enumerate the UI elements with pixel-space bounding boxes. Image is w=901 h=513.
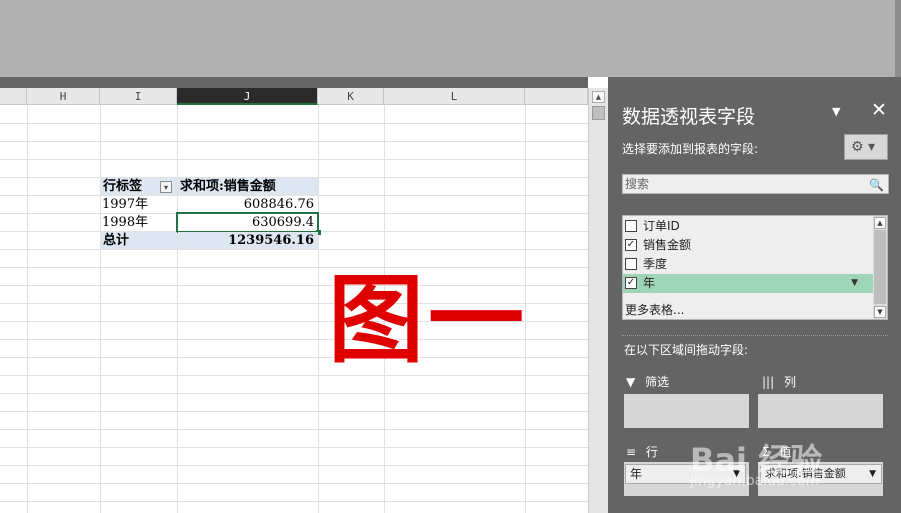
field-checkbox[interactable]: ✓ [625, 277, 637, 289]
field-list-scrollbar[interactable]: ▲ ▼ [873, 216, 887, 319]
grid-line [0, 501, 588, 502]
grid-line [318, 105, 319, 513]
scroll-thumb[interactable] [592, 106, 605, 120]
pivot-row-labels-header[interactable]: 行标签 ▾ [101, 178, 177, 195]
formula-bar-strip [0, 77, 588, 88]
field-label: 订单ID [643, 219, 680, 233]
columns-area-label: ||| 列 [762, 373, 796, 390]
drag-hint: 在以下区域间拖动字段: [624, 343, 749, 357]
close-icon[interactable]: ✕ [871, 99, 887, 121]
column-header-i[interactable]: I [100, 88, 177, 105]
field-checkbox[interactable] [625, 220, 637, 232]
active-cell-border [176, 212, 319, 233]
field-label: 季度 [643, 257, 668, 271]
field-checkbox[interactable]: ✓ [625, 239, 637, 251]
column-header-l[interactable]: L [384, 88, 525, 105]
grid-line [100, 105, 101, 513]
grid-line [0, 159, 588, 160]
columns-icon: ||| [762, 375, 775, 389]
scroll-up-icon[interactable]: ▲ [874, 217, 886, 229]
search-icon[interactable]: 🔍 [869, 176, 884, 194]
more-tables-link[interactable]: 更多表格... [625, 301, 684, 318]
vertical-scrollbar[interactable]: ▲ [588, 88, 608, 513]
column-header-h[interactable]: H [27, 88, 100, 105]
search-placeholder: 搜索 [625, 177, 650, 191]
filter-dropdown-icon[interactable]: ▾ [160, 181, 172, 193]
field-label: 销售金额 [643, 238, 692, 252]
chevron-down-icon[interactable]: ▼ [869, 465, 876, 483]
field-list: 订单ID ✓ 销售金额 季度 ✓ 年 ▼ 更多表格... ▲ ▼ [622, 215, 888, 320]
pivot-total-value[interactable]: 1239546.16 [178, 232, 318, 249]
rows-area-text: 行 [645, 445, 658, 459]
pivot-row-label[interactable]: 1997年 [101, 196, 178, 213]
pivot-row-value[interactable]: 608846.76 [178, 196, 318, 213]
field-label: 年 [643, 276, 656, 290]
columns-drop-area[interactable] [758, 394, 883, 428]
field-item-sales-amount[interactable]: ✓ 销售金额 [623, 236, 873, 255]
column-header-k[interactable]: K [318, 88, 384, 105]
pivot-value-header[interactable]: 求和项:销售金额 [178, 178, 318, 195]
rows-icon: ≡ [626, 445, 637, 459]
figure-annotation: 图一 [328, 264, 528, 376]
ribbon-area [0, 0, 895, 77]
column-header-g[interactable] [0, 88, 27, 105]
gear-icon[interactable]: ⚙ ▾ [844, 134, 888, 160]
pane-divider [622, 335, 888, 336]
filter-drop-area[interactable] [624, 394, 749, 428]
filter-area-text: 筛选 [645, 375, 670, 389]
grid-line [0, 123, 588, 124]
grid-line [0, 465, 588, 466]
grid-line [0, 429, 588, 430]
scroll-thumb[interactable] [874, 230, 886, 304]
field-item-order-id[interactable]: 订单ID [623, 217, 873, 236]
rows-chip-label: 年 [630, 467, 643, 481]
field-item-quarter[interactable]: 季度 [623, 255, 873, 274]
rows-area-label: ≡ 行 [626, 443, 658, 460]
field-checkbox[interactable] [625, 258, 637, 270]
ribbon-edge [895, 0, 901, 77]
pivot-row-label[interactable]: 1998年 [101, 214, 178, 231]
field-item-year[interactable]: ✓ 年 ▼ [623, 274, 873, 293]
field-dropdown-icon[interactable]: ▼ [851, 274, 858, 293]
field-search-input[interactable]: 搜索 🔍 [622, 174, 889, 194]
filter-area-label: ▼ 筛选 [626, 373, 669, 390]
grid-line [177, 105, 178, 513]
pane-title: 数据透视表字段 [622, 106, 756, 128]
grid-line [0, 447, 588, 448]
column-header-m[interactable] [525, 88, 588, 105]
column-header-j[interactable]: J [177, 88, 318, 105]
scroll-down-icon[interactable]: ▼ [874, 306, 886, 318]
pane-subtitle: 选择要添加到报表的字段: [622, 142, 759, 156]
watermark-url: jingyan.baidu.com [690, 473, 820, 489]
grid-line [0, 141, 588, 142]
grid-line [0, 249, 588, 250]
grid-line [0, 393, 588, 394]
filter-icon: ▼ [626, 375, 636, 389]
pivot-row-labels-text: 行标签 [103, 179, 143, 194]
pane-options-dropdown-icon[interactable]: ▼ [832, 105, 840, 118]
grid-line [0, 483, 588, 484]
columns-area-text: 列 [783, 375, 796, 389]
scroll-up-icon[interactable]: ▲ [592, 91, 605, 103]
grid-line [0, 411, 588, 412]
grid-line [27, 105, 28, 513]
pivot-total-label[interactable]: 总计 [101, 232, 177, 249]
